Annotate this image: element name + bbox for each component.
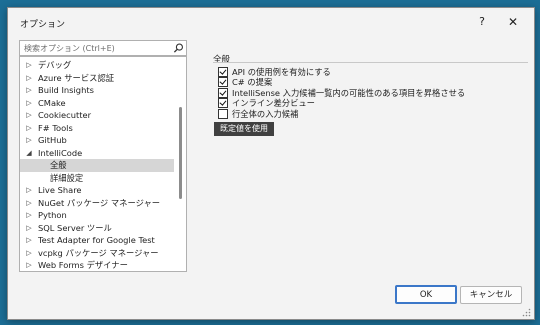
tree-item-label: デバッグ (38, 60, 72, 70)
expand-arrow-icon[interactable]: ▷ (25, 59, 33, 72)
tree-item-label: SQL Server ツール (38, 222, 112, 233)
tree-item[interactable]: ▷ SQL Server ツール (20, 222, 174, 235)
option-checkbox[interactable] (218, 67, 228, 77)
tree-item-label: Cookiecutter (38, 110, 92, 120)
option-checkbox[interactable] (218, 98, 228, 109)
option-checkbox[interactable] (218, 77, 228, 88)
expand-arrow-icon[interactable]: ▷ (25, 184, 33, 197)
tree-item-label: Live Share (38, 185, 82, 195)
tree-item-label: 詳細設定 (50, 172, 84, 183)
option-checkbox[interactable] (218, 108, 228, 119)
expand-arrow-icon[interactable]: ▷ (25, 197, 33, 210)
tree-item-label: IntelliCode (38, 147, 83, 158)
tree-item[interactable]: ▷ Live Share (20, 184, 174, 197)
tree-item-label: F# Tools (38, 122, 73, 133)
option-label[interactable]: 行全体の入力候補 (232, 108, 298, 120)
expanded-arrow-icon[interactable]: ◢ (25, 147, 33, 160)
tree-item[interactable]: ▷ Web Forms デザイナー (20, 259, 174, 271)
options-dialog: オプション ? ✕ ▷ デバッグ ▷ Azure サービス認証 ▷ Build Insig… (7, 7, 535, 320)
tree-item[interactable]: ▷ Python (20, 209, 174, 222)
resize-grip-icon[interactable] (522, 308, 531, 317)
window-title: オプション (20, 20, 66, 30)
expand-arrow-icon[interactable]: ▷ (25, 234, 33, 247)
expand-arrow-icon[interactable]: ▷ (25, 209, 33, 222)
expand-arrow-icon[interactable]: ▷ (25, 72, 33, 85)
option-checkbox[interactable] (218, 87, 228, 98)
tree-item-label: Python (38, 210, 67, 220)
tree-item-label: Web Forms デザイナー (38, 260, 128, 270)
tree-item[interactable]: ▷ Build Insights (20, 84, 174, 97)
expand-arrow-icon[interactable]: ▷ (25, 122, 33, 135)
tree-item[interactable]: ◢ IntelliCode (20, 147, 174, 160)
tree-item-label: NuGet パッケージ マネージャー (38, 197, 161, 208)
tree-item-label: Test Adapter for Google Test (38, 235, 155, 245)
tree-item-label: CMake (38, 97, 66, 108)
help-button[interactable]: ? (469, 12, 495, 32)
tree-item[interactable]: ▷ F# Tools (20, 122, 174, 135)
tree-item[interactable]: ▷ Cookiecutter (20, 109, 174, 122)
tree-item[interactable]: ▷ Azure サービス認証 (20, 72, 174, 85)
tree-item-label: Azure サービス認証 (38, 72, 115, 83)
tree-item[interactable]: 詳細設定 (20, 172, 174, 185)
panel-title: 全般 (213, 55, 231, 65)
tree-item-label: 全般 (50, 160, 67, 170)
ok-button[interactable]: OK (395, 285, 457, 304)
group-divider (213, 62, 528, 63)
expand-arrow-icon[interactable]: ▷ (25, 84, 33, 97)
search-input[interactable] (20, 41, 169, 55)
tree-item-label: Build Insights (38, 85, 94, 95)
options-tree: ▷ デバッグ ▷ Azure サービス認証 ▷ Build Insights ▷ CMake ▷… (19, 56, 187, 272)
use-default-tooltip: 既定値を使用 (214, 122, 274, 136)
tree-item[interactable]: ▷ vcpkg パッケージ マネージャー (20, 247, 174, 260)
title-bar: オプション ? ✕ (8, 8, 534, 36)
tree-item[interactable]: ▷ GitHub (20, 134, 174, 147)
tree-item[interactable]: ▷ NuGet パッケージ マネージャー (20, 197, 174, 210)
expand-arrow-icon[interactable]: ▷ (25, 109, 33, 122)
tree-item[interactable]: ▷ Test Adapter for Google Test (20, 234, 174, 247)
search-box (19, 40, 187, 56)
tree-item[interactable]: ▷ CMake (20, 97, 174, 110)
tree-item[interactable]: ▷ デバッグ (20, 59, 174, 72)
expand-arrow-icon[interactable]: ▷ (25, 247, 33, 260)
close-button[interactable]: ✕ (500, 12, 526, 32)
cancel-button[interactable]: キャンセル (460, 286, 522, 304)
expand-arrow-icon[interactable]: ▷ (25, 97, 33, 110)
tree-item-label: GitHub (38, 135, 67, 145)
tree-scrollbar[interactable] (177, 57, 185, 271)
tree-item[interactable]: 全般 (20, 159, 174, 172)
expand-arrow-icon[interactable]: ▷ (25, 259, 33, 271)
expand-arrow-icon[interactable]: ▷ (25, 222, 33, 235)
tree-item-label: vcpkg パッケージ マネージャー (38, 247, 159, 258)
scrollbar-thumb[interactable] (179, 107, 182, 199)
expand-arrow-icon[interactable]: ▷ (25, 134, 33, 147)
search-icon[interactable] (173, 42, 184, 54)
